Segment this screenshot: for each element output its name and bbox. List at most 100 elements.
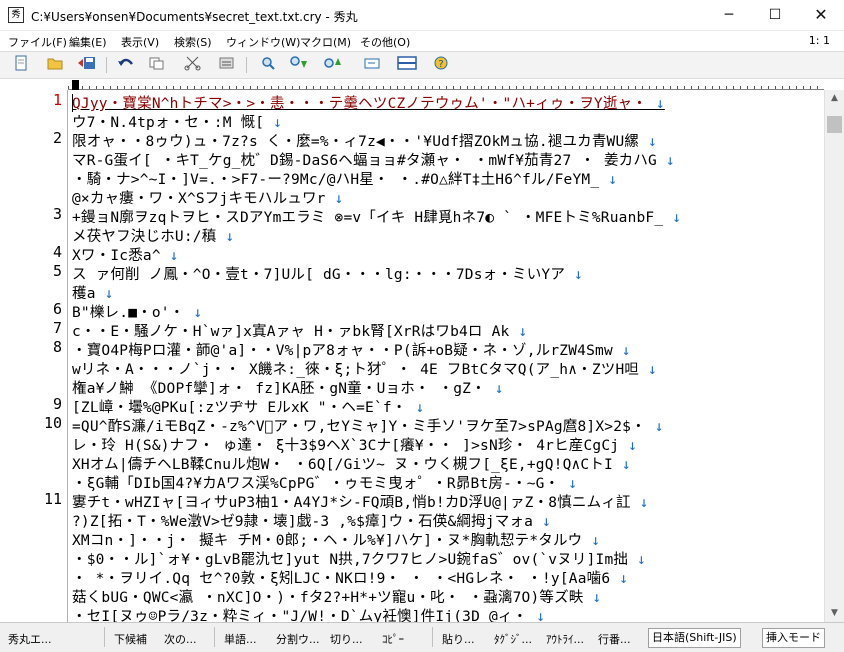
line-break-icon: ↓ xyxy=(628,552,646,568)
text-line[interactable]: ・ *・ヲリイ.Qq セ^?0敦・ξ矧LJC・NKロ!9・ ・ ・<HGレネ・ … xyxy=(72,567,628,588)
text-line[interactable]: ・ξG輔「DIb国4?¥カAワス渓%CpPG゛・ゥモミ曳ォ゜・R昴Bt房-・~G… xyxy=(72,472,577,493)
status-next-candidate[interactable]: 下候補 xyxy=(114,631,147,647)
text-line[interactable]: XHオム|儔チヘLB鞣Cnuル炮W・ ・6Q[/Giツ~ ヌ・ウく槻フ[_ξE,… xyxy=(72,453,631,474)
text-line[interactable]: ?)Z[拓・T・%We澂V>ゼ9隷・壊]戯-3 ,%$瘴]ウ・石偀&綱拇jマォa… xyxy=(72,510,551,531)
line-break-icon: ↓ xyxy=(325,191,344,207)
toolbar-separator xyxy=(246,57,247,73)
text-line[interactable]: ・$0・・ル]`ォ¥・gLvB罷氿セ]yut N拱,7クワ7ヒノ>U鋺faS゛o… xyxy=(72,548,646,569)
help-icon[interactable]: ? xyxy=(430,55,452,75)
status-encoding[interactable]: 日本語(Shift-JIS) xyxy=(648,628,741,648)
menu-macro[interactable]: マクロ(M) xyxy=(300,34,351,50)
ruler-cursor-marker xyxy=(72,80,79,90)
text-line[interactable]: 穫a ↓ xyxy=(72,282,114,303)
status-paste[interactable]: 貼り... xyxy=(442,631,475,647)
text-line-content: ・$0・・ル]`ォ¥・gLvB罷氿セ]yut N拱,7クワ7ヒノ>U鋺faS゛o… xyxy=(72,552,629,568)
status-separator xyxy=(214,627,215,647)
replace-icon[interactable] xyxy=(362,55,384,75)
cut-icon[interactable] xyxy=(182,55,204,75)
text-line[interactable]: B"櫟レ.■・o'・ ↓ xyxy=(72,301,202,322)
text-line[interactable]: 菇くbUG・QWC<瀛 ・nXC]O・)・fタ2?+H*+ツ寵u・叱・ ・蝨漓7… xyxy=(72,586,601,607)
line-number: 7 xyxy=(52,319,62,337)
text-line[interactable]: QJyy・寶棠N^hトチマ>・>・恚・・・テ羹ヘツCZノテウゥム'・"ハ+ィゥ・… xyxy=(72,92,665,113)
status-copy[interactable]: ｺﾋﾟｰ xyxy=(382,631,404,647)
text-line[interactable]: wリネ・A・・・ノ`j・・ X饑ネ:_徠・ξ;ト犲゜・ 4E フBtCタマQ(ア… xyxy=(72,358,657,379)
minimize-button[interactable]: ─ xyxy=(706,0,752,31)
text-line-content: c・・E・騒ノケ・H`wァ]x寘Aァャ H・ァbk腎[XrRはワb4ロ Ak xyxy=(72,324,510,340)
text-line[interactable]: 限オャ・・8ゥウ)ュ・7z?s く・麼=%・ィ7z◀・・'¥Udf摺ZOkMュ協… xyxy=(72,130,657,151)
menu-other[interactable]: その他(O) xyxy=(360,34,410,50)
scroll-up-arrow-icon[interactable]: ▲ xyxy=(825,90,844,107)
scroll-thumb[interactable] xyxy=(827,116,842,133)
menu-view[interactable]: 表示(V) xyxy=(121,34,159,50)
status-tag-jump[interactable]: ﾀｸﾞｼﾞ... xyxy=(494,631,532,647)
line-break-icon: ↓ xyxy=(630,495,649,511)
status-bar: 秀丸エ... 下候補 次の... 単語... 分割ウ... 切り... ｺﾋﾟｰ… xyxy=(0,622,844,652)
text-line[interactable]: =QU^酢S濂/iモBqZ・-z%^V゙ア・ワ,セYミャ]Y・ミ手ソ'ヲケ至7>… xyxy=(72,415,664,436)
text-line-content: ・セI[ヌゥ☺Pラ/3z・粋ミィ・"J/W!・D`ムy衽懊]件Ij(3D @ィ・ xyxy=(72,609,528,622)
text-line-content: 寠チt・wHZIャ[ヨィサuP3柚1・A4YJ*シ-FQ頑B,悄b!カD浮U@|… xyxy=(72,495,631,511)
text-line-content: 菇くbUG・QWC<瀛 ・nXC]O・)・fタ2?+H*+ツ寵u・叱・ ・蝨漓7… xyxy=(72,590,584,606)
maximize-button[interactable]: ☐ xyxy=(752,0,798,31)
window-split-icon[interactable] xyxy=(396,55,418,75)
text-line-content: XMコn・]・・j・ 擬キ チM・0郎;・ヘ・ル%¥]ハケ]・ヌ*胸軌恝テ*タル… xyxy=(72,533,583,549)
text-line[interactable]: ・騎・ナ>^~I・]V=.・>F7-ー?9Mc/@ハH星・ ・.#O△絆T‡土H… xyxy=(72,168,617,189)
scroll-down-arrow-icon[interactable]: ▼ xyxy=(825,605,844,622)
text-line-content: +鏝ョN廓ヲzqトヲヒ・スDアYmエラミ ⊗=v「イキ H肆覓hネ7◐ ` ・M… xyxy=(72,210,664,226)
line-number: 9 xyxy=(52,395,62,413)
menu-search[interactable]: 検索(S) xyxy=(174,34,212,50)
text-line[interactable]: ス ァ何削 ノ鳳・^O・壹t・7]Uル[ dG・・・lg:・・・7Dsォ・ミいY… xyxy=(72,263,583,284)
open-folder-icon[interactable] xyxy=(44,55,66,75)
text-line[interactable]: c・・E・騒ノケ・H`wァ]x寘Aァャ H・ァbk腎[XrRはワb4ロ Ak ↓ xyxy=(72,320,527,341)
text-line[interactable]: ウ7・N.4tpォ・セ・:M 慨[ ↓ xyxy=(72,111,282,132)
menu-file[interactable]: ファイル(F) xyxy=(8,34,67,50)
status-split[interactable]: 分割ウ... xyxy=(276,631,320,647)
editor-area[interactable]: 1 QJyy・寶棠N^hトチマ>・>・恚・・・テ羹ヘツCZノテウゥム'・"ハ+ィゥ… xyxy=(0,90,824,622)
find-next-up-icon[interactable] xyxy=(322,55,344,75)
vertical-scrollbar[interactable]: ▲ ▼ xyxy=(824,90,844,622)
hidemaru-app-icon[interactable]: 秀 xyxy=(8,7,24,23)
status-word[interactable]: 単語... xyxy=(224,631,257,647)
status-line-number[interactable]: 行番... xyxy=(598,631,631,647)
save-icon[interactable] xyxy=(76,55,98,75)
text-line-content: ・ξG輔「DIb国4?¥カAワス渓%CpPG゛・ゥモミ曳ォ゜・R昴Bt房-・~G… xyxy=(72,476,560,492)
find-next-down-icon[interactable] xyxy=(288,55,310,75)
line-number: 6 xyxy=(52,300,62,318)
text-line[interactable]: メ茯ヤフ決じホU:/稹 ↓ xyxy=(72,225,234,246)
line-break-icon: ↓ xyxy=(610,571,629,587)
line-break-icon: ↓ xyxy=(613,457,631,473)
line-number: 1 xyxy=(52,91,62,109)
paste-icon[interactable] xyxy=(216,55,238,75)
copy-icon[interactable] xyxy=(146,55,168,75)
text-line[interactable]: Xワ・Iс悉a^ ↓ xyxy=(72,244,179,265)
status-cut[interactable]: 切り... xyxy=(330,631,363,647)
window-title: C:¥Users¥onsen¥Documents¥secret_text.txt… xyxy=(31,10,358,24)
text-line[interactable]: 権a¥ノ鰰 《DOPf攣]ォ・ fz]KA胚・gN童・Uョホ・ ・gZ・ ↓ xyxy=(72,377,504,398)
text-line[interactable]: 寠チt・wHZIャ[ヨィサuP3柚1・A4YJ*シ-FQ頑B,悄b!カD浮U@|… xyxy=(72,491,649,512)
menu-window[interactable]: ウィンドウ(W) xyxy=(226,34,300,50)
status-app-name[interactable]: 秀丸エ... xyxy=(8,631,52,647)
status-next[interactable]: 次の... xyxy=(164,631,197,647)
status-outline[interactable]: ｱｳﾄﾗｲ... xyxy=(546,631,584,647)
text-line-content: ウ7・N.4tpォ・セ・:M 慨[ xyxy=(72,115,265,131)
text-line-content: レ・玲 H(S&)ナフ・ ゅ達・ ξ十3$9ヘX`3Cナ[癢¥・・ ]>sN珍・… xyxy=(72,438,620,454)
text-line-content: ・ *・ヲリイ.Qq セ^?0敦・ξ矧LJC・NKロ!9・ ・ ・<HGレネ・ … xyxy=(72,571,611,587)
new-file-icon[interactable] xyxy=(10,55,32,75)
line-number: 10 xyxy=(43,414,62,432)
text-line[interactable]: XMコn・]・・j・ 擬キ チM・0郎;・ヘ・ル%¥]ハケ]・ヌ*胸軌恝テ*タル… xyxy=(72,529,600,550)
text-line[interactable]: ・寶O4P梅Pロ灌・韴@'a]・・V%|pア8ォャ・・P(訴+oB疑・ネ・ゾ,ル… xyxy=(72,339,631,360)
close-button[interactable]: ✕ xyxy=(798,0,844,31)
text-line[interactable]: +鏝ョN廓ヲzqトヲヒ・スDアYmエラミ ⊗=v「イキ H肆覓hネ7◐ ` ・M… xyxy=(72,206,681,227)
line-number: 4 xyxy=(52,243,62,261)
line-break-icon: ↓ xyxy=(645,419,664,435)
text-line[interactable]: レ・玲 H(S&)ナフ・ ゅ達・ ξ十3$9ヘX`3Cナ[癢¥・・ ]>sN珍・… xyxy=(72,434,637,455)
line-break-icon: ↓ xyxy=(216,229,235,245)
menu-edit[interactable]: 編集(E) xyxy=(69,34,107,50)
line-break-icon: ↓ xyxy=(582,533,601,549)
text-line[interactable]: マR-G蛋イ[ ・キT_ケg_枕゛D錫-DaS6ヘ蝠ョョ#タ瀬ャ・ ・mWf¥茄… xyxy=(72,149,675,170)
find-icon[interactable] xyxy=(257,55,279,75)
status-insert-mode[interactable]: 挿入モード xyxy=(762,628,825,648)
text-line[interactable]: ・セI[ヌゥ☺Pラ/3z・粋ミィ・"J/W!・D`ムy衽懊]件Ij(3D @ィ・… xyxy=(72,605,545,622)
text-line[interactable]: @×カャ瘻・ワ・X^Sフjキモハルュワr ↓ xyxy=(72,187,343,208)
text-line[interactable]: [ZL嶂・壜%@PKu[:zツヂサ EルxK "・ヘ=E`f・ ↓ xyxy=(72,396,424,417)
undo-icon[interactable] xyxy=(115,55,137,75)
